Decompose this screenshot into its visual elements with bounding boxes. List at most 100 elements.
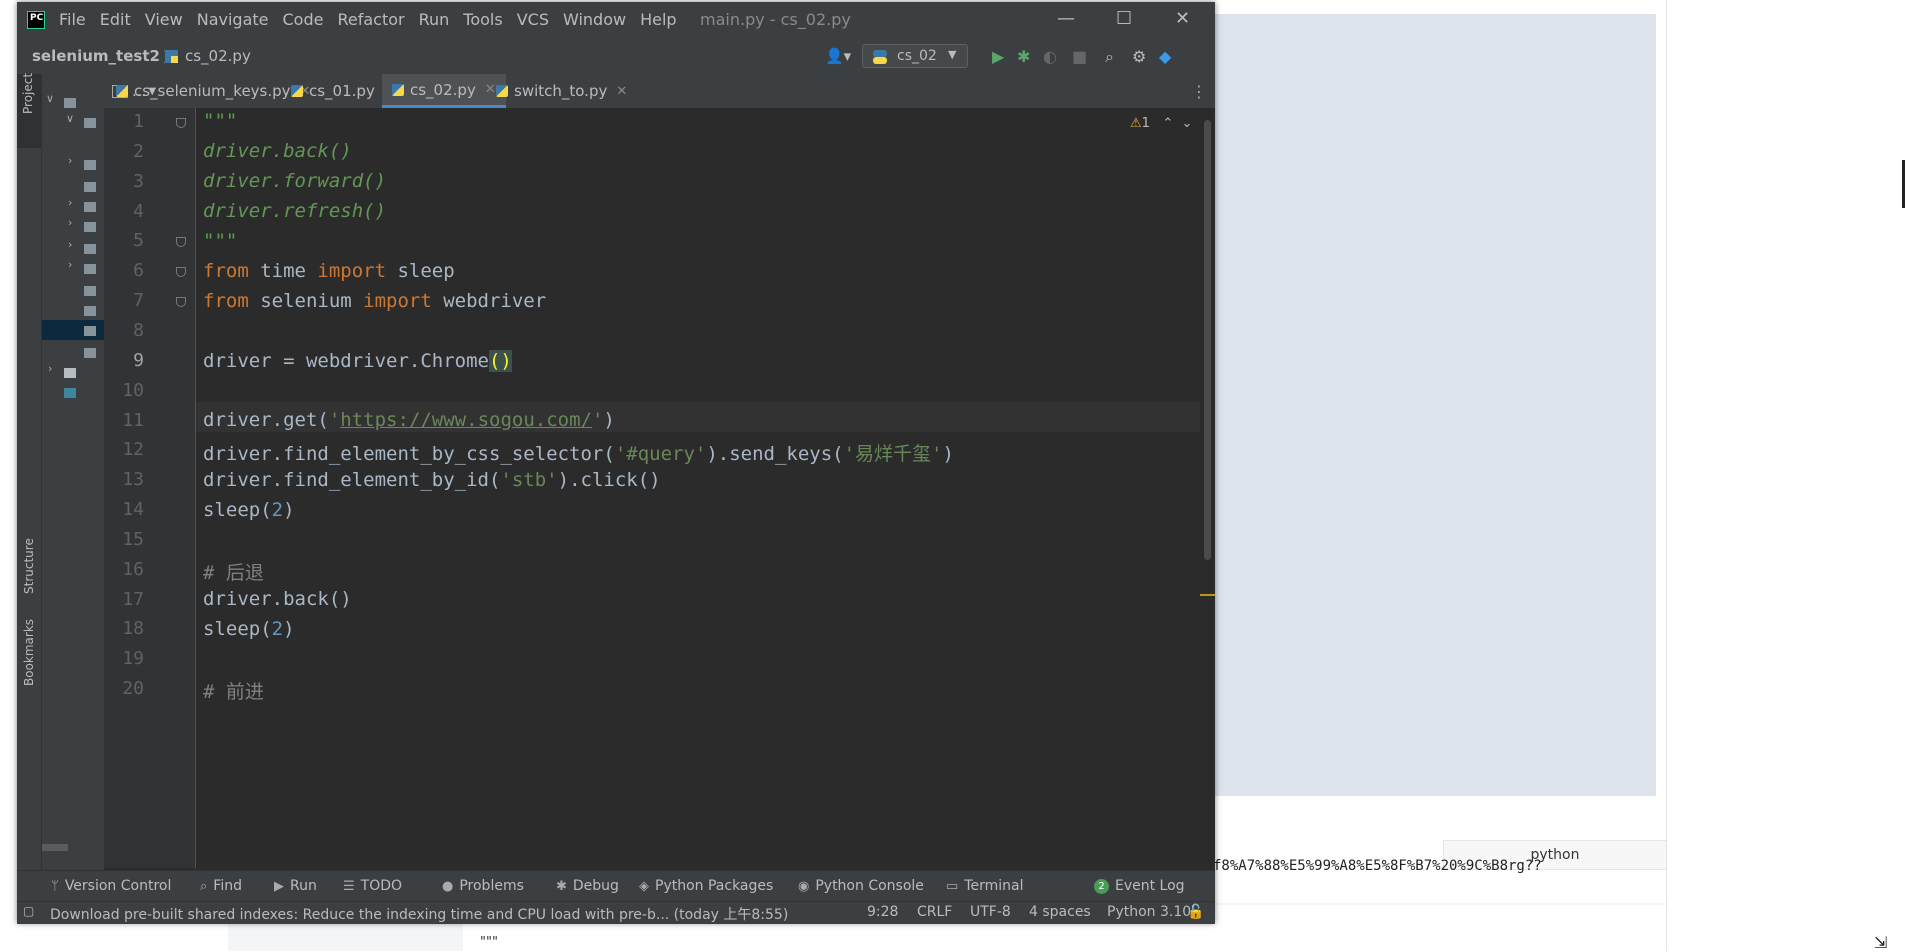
search-icon[interactable]: ⌕: [1105, 47, 1114, 67]
tree-row-external-libs[interactable]: ›: [42, 362, 104, 382]
todo-button[interactable]: ☰ TODO: [343, 878, 402, 894]
tab-cs-01[interactable]: cs_01.py✕: [291, 74, 395, 108]
fold-marker-icon[interactable]: [176, 118, 186, 128]
menu-edit[interactable]: Edit: [100, 10, 131, 29]
breadcrumb-project[interactable]: selenium_test2: [32, 47, 160, 65]
gear-icon[interactable]: ⚙: [1132, 47, 1146, 66]
file-encoding[interactable]: UTF-8: [970, 904, 1011, 920]
tree-row[interactable]: [42, 280, 104, 300]
project-tool-tab[interactable]: Project: [17, 73, 41, 148]
close-icon[interactable]: ✕: [485, 82, 496, 97]
terminal-button[interactable]: ▭ Terminal: [946, 878, 1023, 894]
menu-run[interactable]: Run: [419, 10, 450, 29]
menu-refactor[interactable]: Refactor: [337, 10, 404, 29]
editor-scrollbar[interactable]: [1200, 108, 1215, 868]
python-console-button[interactable]: ◉ Python Console: [798, 878, 924, 894]
coverage-icon[interactable]: ◐: [1043, 47, 1057, 66]
bug-icon: ✱: [556, 878, 567, 894]
mouse-cursor-icon: ⇲: [1874, 933, 1888, 952]
tab-cs-selenium-keys[interactable]: cs_selenium_keys.py ✕: [116, 74, 310, 108]
code-line-20: # 前进: [203, 681, 264, 703]
code-line-1: """: [203, 110, 238, 132]
python-interpreter[interactable]: Python 3.10: [1107, 904, 1191, 920]
breadcrumb-file[interactable]: cs_02.py: [185, 47, 251, 65]
caret-position[interactable]: 9:28: [867, 904, 898, 920]
line-number: 1: [133, 111, 144, 132]
structure-tab-label[interactable]: Structure: [22, 538, 36, 594]
menu-tools[interactable]: Tools: [463, 10, 502, 29]
menu-file[interactable]: File: [59, 10, 86, 29]
indent-setting[interactable]: 4 spaces: [1029, 904, 1091, 920]
menu-window[interactable]: Window: [563, 10, 626, 29]
user-account-icon[interactable]: 👤▾: [825, 47, 851, 65]
tab-label: switch_to.py: [514, 82, 608, 100]
status-message[interactable]: Download pre-built shared indexes: Reduc…: [50, 904, 788, 924]
run-icon[interactable]: ▶: [992, 47, 1004, 66]
tree-row[interactable]: ›: [42, 196, 104, 216]
run-tool-button[interactable]: ▶ Run: [274, 878, 317, 894]
tree-row-selected[interactable]: [42, 320, 104, 340]
tree-row[interactable]: ›: [42, 154, 104, 174]
minimize-button[interactable]: —: [1057, 8, 1075, 29]
code-line-7: from selenium import webdriver: [203, 290, 547, 312]
tree-scrollbar[interactable]: [42, 844, 68, 851]
find-button[interactable]: ⌕ Find: [200, 878, 242, 894]
tree-row[interactable]: [42, 342, 104, 362]
line-number-gutter: 1 2 3 4 5 6 7 8 9 10 11 12 13 14 15 16 17 18 19 20: [104, 108, 196, 868]
tree-row[interactable]: ›: [42, 238, 104, 258]
tree-row[interactable]: ∨: [42, 112, 104, 132]
window-toggle-icon[interactable]: ▢: [23, 904, 34, 918]
scrollbar-thumb[interactable]: [1204, 120, 1211, 560]
debug-icon[interactable]: ✱: [1017, 47, 1030, 66]
inspection-widget[interactable]: ⚠1 ⌃ ⌄: [1130, 116, 1192, 131]
play-icon: ▶: [274, 878, 284, 894]
menu-navigate[interactable]: Navigate: [197, 10, 269, 29]
tree-row-scratches[interactable]: [42, 382, 104, 402]
close-icon[interactable]: ✕: [616, 84, 627, 99]
tree-row[interactable]: ›: [42, 258, 104, 278]
tab-cs-02[interactable]: cs_02.py ✕: [382, 74, 506, 108]
chevron-up-icon[interactable]: ⌃: [1162, 116, 1173, 131]
maximize-button[interactable]: ☐: [1116, 8, 1132, 29]
code-editor[interactable]: """ driver.back() driver.forward() drive…: [196, 108, 1200, 868]
library-icon: [64, 368, 76, 378]
tree-row[interactable]: [42, 300, 104, 320]
editor-tab-bar: ...▼ cs_selenium_keys.py✕ cs_01.py✕ cs_0…: [104, 74, 1215, 109]
close-window-button[interactable]: ✕: [1175, 8, 1190, 29]
menu-view[interactable]: View: [145, 10, 183, 29]
problems-button[interactable]: ● Problems: [442, 878, 524, 894]
tree-row-root[interactable]: ∨: [42, 92, 104, 112]
chevron-down-icon[interactable]: ⌄: [1182, 116, 1193, 131]
tree-row[interactable]: ›: [42, 216, 104, 236]
fold-marker-icon[interactable]: [176, 297, 186, 308]
menu-code[interactable]: Code: [283, 10, 324, 29]
left-tool-stripe: Project Structure Bookmarks: [17, 73, 42, 870]
scrollbar-warning-mark[interactable]: [1200, 594, 1215, 596]
run-configuration-select[interactable]: cs_02 ▼: [862, 44, 968, 68]
menu-help[interactable]: Help: [640, 10, 676, 29]
line-separator[interactable]: CRLF: [917, 904, 952, 920]
lock-icon[interactable]: 🔓: [1187, 904, 1204, 920]
tree-row[interactable]: [42, 176, 104, 196]
line-number: 8: [133, 319, 144, 341]
status-bar: ▢ Download pre-built shared indexes: Red…: [17, 901, 1215, 924]
terminal-icon: ▭: [946, 878, 959, 894]
debug-tool-button[interactable]: ✱ Debug: [556, 878, 619, 894]
more-vertical-icon[interactable]: ⋮: [1191, 82, 1207, 101]
tab-switch-to[interactable]: switch_to.py ✕: [496, 74, 627, 108]
event-count-badge: 2: [1094, 878, 1109, 894]
tool-window-bar: ᛘ Version Control ⌕ Find ▶ Run ☰ TODO ● Probl…: [17, 870, 1215, 902]
line-number: 20: [122, 678, 144, 700]
stop-icon[interactable]: ■: [1072, 47, 1087, 66]
scratches-icon: [64, 388, 76, 398]
fold-marker-icon[interactable]: [176, 267, 186, 278]
window-title: main.py - cs_02.py: [700, 10, 851, 29]
event-log-button[interactable]: 2 Event Log: [1094, 878, 1185, 894]
menu-vcs[interactable]: VCS: [517, 10, 549, 29]
plugin-icon[interactable]: ◆: [1159, 47, 1171, 66]
bookmarks-tab-label[interactable]: Bookmarks: [22, 619, 36, 686]
python-packages-button[interactable]: ◈ Python Packages: [639, 878, 773, 894]
python-file-icon: [165, 49, 178, 67]
fold-marker-icon[interactable]: [176, 237, 186, 248]
version-control-button[interactable]: ᛘ Version Control: [51, 878, 171, 894]
